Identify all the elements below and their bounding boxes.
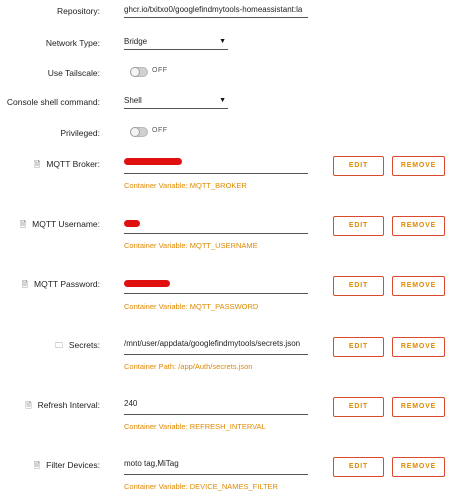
console-shell-label: Console shell command: — [6, 97, 100, 107]
secrets-remove-button[interactable]: REMOVE — [392, 337, 445, 357]
use-tailscale-toggle[interactable] — [130, 67, 148, 77]
redaction-mark — [124, 280, 170, 287]
secrets-container-path: Container Path: /app/Auth/secrets.json — [124, 362, 253, 371]
mqtt-password-container-variable: Container Variable: MQTT_PASSWORD — [124, 302, 259, 311]
filter-devices-container-variable: Container Variable: DEVICE_NAMES_FILTER — [124, 482, 278, 491]
secrets-input[interactable]: /mnt/user/appdata/googlefindmytools/secr… — [124, 337, 308, 355]
file-icon: 🗎 — [19, 220, 27, 229]
config-item-mqtt-password: 🗎 MQTT Password: EDIT REMOVE Container Va… — [0, 276, 457, 311]
secrets-edit-button[interactable]: EDIT — [333, 337, 384, 357]
refresh-interval-container-variable: Container Variable: REFRESH_INTERVAL — [124, 422, 266, 431]
network-type-value: Bridge — [124, 37, 148, 46]
mqtt-username-container-variable: Container Variable: MQTT_USERNAME — [124, 241, 258, 250]
toggle-knob — [130, 127, 140, 137]
mqtt-broker-edit-button[interactable]: EDIT — [333, 156, 384, 176]
toggle-knob — [130, 67, 140, 77]
redaction-mark — [124, 220, 140, 227]
mqtt-username-input[interactable] — [124, 216, 308, 234]
refresh-interval-edit-button[interactable]: EDIT — [333, 397, 384, 417]
network-type-label: Network Type: — [45, 38, 100, 48]
network-type-row: Network Type: Bridge ▼ — [0, 35, 457, 55]
config-item-mqtt-username: 🗎 MQTT Username: EDIT REMOVE Container Va… — [0, 216, 457, 250]
use-tailscale-state: OFF — [152, 67, 168, 74]
refresh-interval-input[interactable]: 240 — [124, 397, 308, 415]
repository-row: Repository: ghcr.io/txitxo0/googlefindmy… — [0, 3, 457, 23]
use-tailscale-row: Use Tailscale: OFF — [0, 65, 457, 85]
filter-devices-edit-button[interactable]: EDIT — [333, 457, 384, 477]
file-icon: 🗎 — [33, 160, 41, 169]
config-item-filter-devices: 🗎 Filter Devices: moto tag,MiTag EDIT REM… — [0, 457, 457, 491]
config-item-secrets: 🗀 Secrets: /mnt/user/appdata/googlefindmy… — [0, 337, 457, 371]
filter-devices-label: Filter Devices: — [46, 460, 100, 470]
mqtt-broker-container-variable: Container Variable: MQTT_BROKER — [124, 181, 247, 190]
privileged-toggle[interactable] — [130, 127, 148, 137]
console-shell-value: Shell — [124, 96, 142, 105]
secrets-label: Secrets: — [68, 340, 100, 350]
folder-icon: 🗀 — [54, 341, 63, 350]
mqtt-broker-remove-button[interactable]: REMOVE — [392, 156, 445, 176]
redaction-mark — [124, 158, 182, 165]
file-icon: 🗎 — [25, 401, 32, 410]
dropdown-caret-icon: ▼ — [219, 97, 226, 104]
mqtt-username-remove-button[interactable]: REMOVE — [392, 216, 445, 236]
privileged-row: Privileged: OFF — [0, 125, 457, 145]
refresh-interval-label: Refresh Interval: — [37, 400, 100, 410]
console-shell-row: Console shell command: Shell ▼ — [0, 94, 457, 114]
file-icon: 🗎 — [33, 461, 41, 470]
config-item-refresh-interval: 🗎 Refresh Interval: 240 EDIT REMOVE Conta… — [0, 397, 457, 431]
mqtt-password-edit-button[interactable]: EDIT — [333, 276, 384, 296]
privileged-label: Privileged: — [60, 128, 100, 138]
privileged-state: OFF — [152, 127, 168, 134]
repository-label: Repository: — [57, 6, 100, 16]
mqtt-username-label: MQTT Username: — [32, 219, 100, 229]
filter-devices-input[interactable]: moto tag,MiTag — [124, 457, 308, 475]
use-tailscale-label: Use Tailscale: — [47, 68, 100, 78]
mqtt-password-remove-button[interactable]: REMOVE — [392, 276, 445, 296]
config-item-mqtt-broker: 🗎 MQTT Broker: EDIT REMOVE Container Vari… — [0, 156, 457, 190]
mqtt-broker-label: MQTT Broker: — [46, 159, 100, 169]
console-shell-select[interactable]: Shell ▼ — [124, 94, 228, 109]
refresh-interval-remove-button[interactable]: REMOVE — [392, 397, 445, 417]
mqtt-password-label: MQTT Password: — [34, 279, 100, 289]
mqtt-username-edit-button[interactable]: EDIT — [333, 216, 384, 236]
filter-devices-remove-button[interactable]: REMOVE — [392, 457, 445, 477]
network-type-select[interactable]: Bridge ▼ — [124, 35, 228, 50]
file-icon: 🗎 — [21, 280, 29, 289]
repository-input[interactable]: ghcr.io/txitxo0/googlefindmytools-homeas… — [124, 3, 308, 18]
dropdown-caret-icon: ▼ — [219, 38, 226, 45]
